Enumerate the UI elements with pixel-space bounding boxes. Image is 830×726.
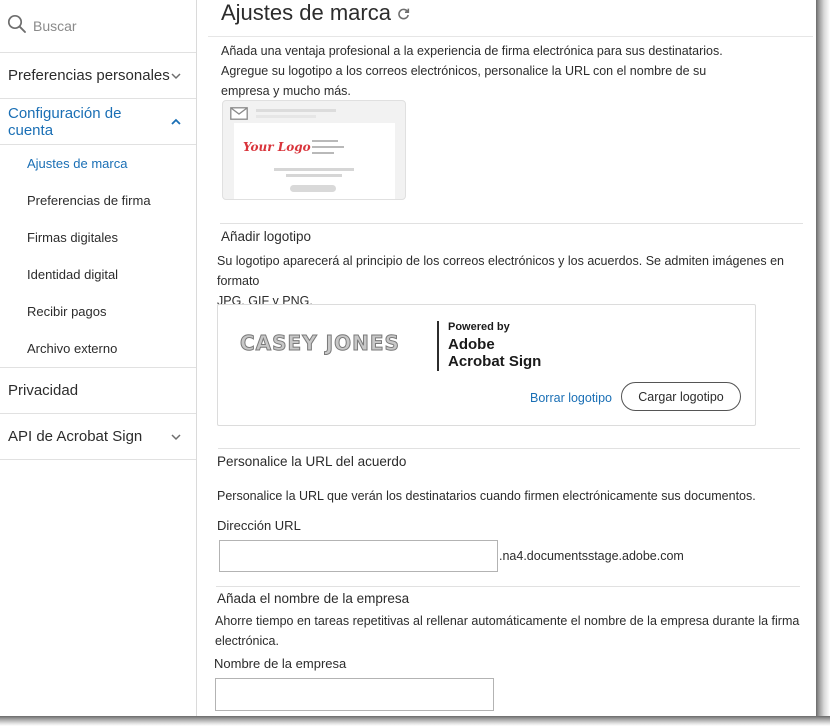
- company-name-description: Ahorre tiempo en tareas repetitivas al r…: [215, 614, 800, 648]
- sidebar-subitem-digital-signatures[interactable]: Firmas digitales: [0, 219, 196, 256]
- sidebar-item-privacy[interactable]: Privacidad: [0, 368, 196, 414]
- add-logo-description: Su logotipo aparecerá al principio de lo…: [217, 254, 784, 308]
- sidebar-subitem-receive-payments[interactable]: Recibir pagos: [0, 293, 196, 330]
- chevron-down-icon: [171, 433, 181, 440]
- preview-logo-text: Your Logo: [243, 140, 311, 154]
- sidebar-item-label: Privacidad: [8, 382, 79, 399]
- url-domain-suffix: .na4.documentsstage.adobe.com: [499, 549, 684, 563]
- search-icon: [7, 14, 27, 39]
- sidebar-item-personal-preferences[interactable]: Preferencias personales: [0, 53, 196, 99]
- sidebar: Buscar Preferencias personales Configura…: [0, 0, 197, 716]
- preview-email-body: Your Logo: [234, 123, 395, 199]
- sidebar-item-label: API de Acrobat Sign: [8, 428, 143, 445]
- sidebar-item-label: Configuración de cuenta: [8, 104, 122, 139]
- account-settings-submenu: Ajustes de marca Preferencias de firma F…: [0, 145, 196, 368]
- search-input[interactable]: Buscar: [33, 18, 77, 34]
- chevron-up-icon: [171, 118, 181, 125]
- sidebar-subitem-signature-preferences[interactable]: Preferencias de firma: [0, 182, 196, 219]
- url-field-label: Dirección URL: [217, 518, 301, 533]
- company-name-heading: Añada el nombre de la empresa: [217, 591, 410, 606]
- placeholder-line: [286, 174, 342, 177]
- placeholder-line: [256, 109, 336, 112]
- divider: [208, 36, 813, 37]
- custom-url-description: Personalice la URL que verán los destina…: [217, 489, 756, 503]
- logo-divider: [437, 321, 439, 371]
- url-input[interactable]: [219, 540, 498, 572]
- delete-logo-link[interactable]: Borrar logotipo: [530, 391, 612, 405]
- placeholder-button: [290, 185, 336, 192]
- divider: [218, 448, 800, 449]
- sidebar-subitem-brand-settings[interactable]: Ajustes de marca: [0, 145, 196, 182]
- upload-logo-button[interactable]: Cargar logotipo: [621, 382, 741, 411]
- placeholder-line: [256, 115, 316, 118]
- email-branding-preview: Your Logo: [222, 100, 406, 200]
- add-logo-heading: Añadir logotipo: [221, 229, 312, 244]
- placeholder-line: [312, 140, 338, 142]
- sidebar-item-account-settings[interactable]: Configuración de cuenta: [0, 99, 196, 145]
- sidebar-item-label: Preferencias personales: [8, 67, 170, 84]
- company-name-field-label: Nombre de la empresa: [214, 656, 347, 671]
- main-content: Ajustes de marca Añada una ventaja profe…: [198, 0, 816, 716]
- sidebar-subitem-external-archive[interactable]: Archivo externo: [0, 330, 196, 367]
- placeholder-line: [274, 168, 354, 171]
- window-shadow-bottom: [0, 716, 830, 726]
- divider: [220, 223, 803, 224]
- powered-by-label: Powered by: [448, 321, 510, 333]
- search-box[interactable]: Buscar: [0, 0, 196, 53]
- custom-url-heading: Personalice la URL del acuerdo: [217, 454, 407, 469]
- adobe-acrobat-sign-logo: Adobe Acrobat Sign: [448, 336, 542, 370]
- window-shadow-right: [816, 0, 830, 726]
- chevron-down-icon: [171, 72, 181, 79]
- envelope-icon: [230, 107, 248, 120]
- divider: [216, 586, 800, 587]
- sidebar-subitem-digital-identity[interactable]: Identidad digital: [0, 256, 196, 293]
- uploaded-logo: CASEY JONES: [240, 331, 400, 356]
- sidebar-item-api[interactable]: API de Acrobat Sign: [0, 414, 196, 460]
- page-title: Ajustes de marca: [221, 0, 410, 26]
- refresh-icon[interactable]: [397, 7, 410, 20]
- intro-text: Añada una ventaja profesional a la exper…: [221, 44, 723, 98]
- placeholder-line: [312, 152, 334, 154]
- company-name-input[interactable]: [215, 678, 494, 711]
- placeholder-line: [312, 146, 344, 148]
